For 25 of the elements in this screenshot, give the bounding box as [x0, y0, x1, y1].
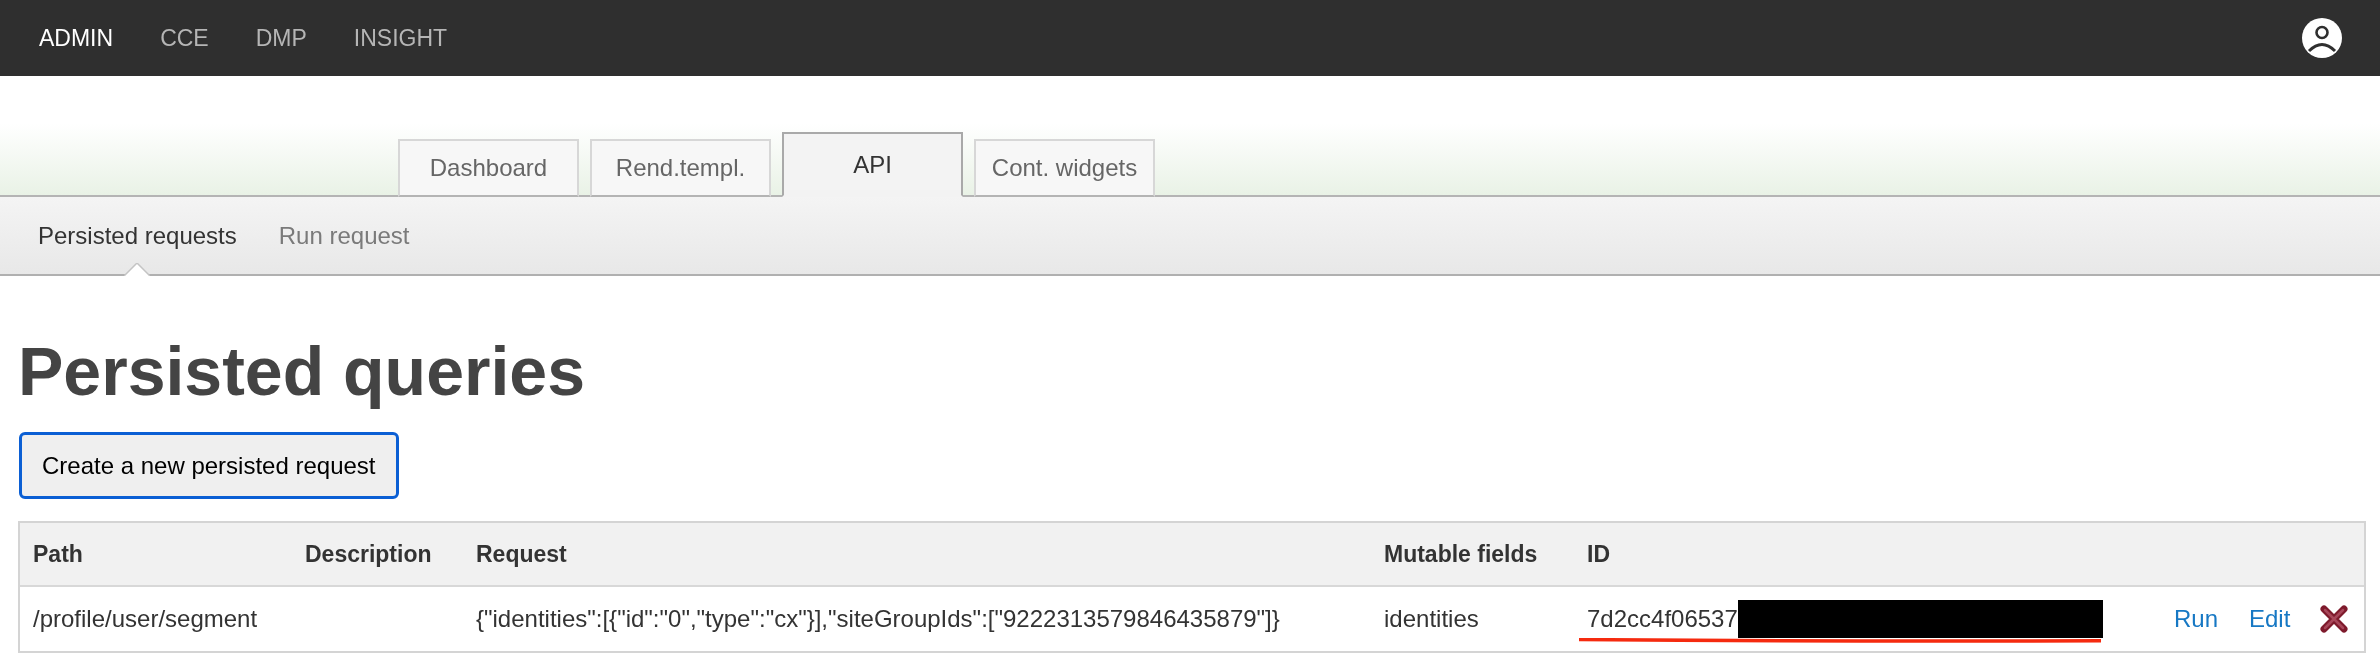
table-cell-text: {"identities":[{"id":"0","type":"cx"}],"siteGroupIds":["9222313579846435879"]}: [476, 604, 1280, 634]
column-header: Mutable fields: [1384, 539, 1538, 569]
column-header: Request: [476, 539, 567, 569]
run-link[interactable]: Run: [2174, 601, 2219, 637]
tab[interactable]: API: [782, 132, 963, 197]
cross-icon[interactable]: [2319, 604, 2349, 634]
table-cell-text: 7d2cc4f06537: [1587, 604, 1738, 634]
top-nav-link[interactable]: INSIGHT: [353, 24, 448, 52]
column-header: Description: [305, 539, 432, 569]
tab[interactable]: Rend.templ.: [590, 139, 771, 197]
table-cell-text: /profile/user/segment: [33, 604, 258, 634]
column-header: Path: [33, 539, 83, 569]
table-cell-text: identities: [1384, 604, 1479, 634]
top-nav-link[interactable]: CCE: [160, 24, 209, 52]
sub-nav-link[interactable]: Run request: [278, 221, 410, 250]
column-header: ID: [1587, 539, 1610, 569]
tab[interactable]: Dashboard: [398, 139, 579, 197]
top-nav-link[interactable]: ADMIN: [39, 24, 114, 52]
sub-nav-link[interactable]: Persisted requests: [38, 221, 237, 250]
top-nav-link[interactable]: DMP: [255, 24, 307, 52]
edit-link[interactable]: Edit: [2249, 601, 2291, 637]
tab[interactable]: Cont. widgets: [974, 139, 1155, 197]
create-request-button[interactable]: Create a new persisted request: [19, 432, 399, 499]
user-avatar-icon[interactable]: [2302, 18, 2342, 58]
pointer-triangle-icon: [124, 263, 151, 276]
